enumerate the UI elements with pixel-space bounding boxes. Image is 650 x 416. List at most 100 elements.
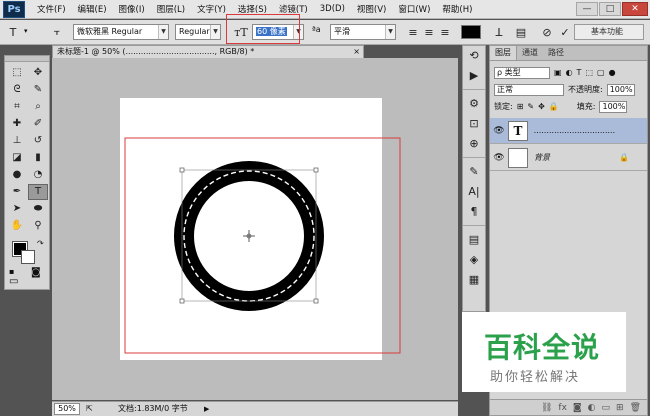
menu-file[interactable]: 文件(F) <box>31 3 72 15</box>
notes-panel-icon[interactable]: ▤ <box>463 230 485 250</box>
layer-style-icon[interactable]: fx <box>558 403 567 413</box>
dodge-tool-icon[interactable]: ◔ <box>28 167 48 183</box>
tab-layers[interactable]: 图层 <box>490 46 517 60</box>
layer-row-text[interactable]: 👁 T ................................ <box>490 118 647 144</box>
antialias-dropdown[interactable]: 平滑 ▼ <box>330 24 396 40</box>
path-select-tool-icon[interactable]: ➤ <box>7 201 27 217</box>
export-icon[interactable]: ⇱ <box>86 402 93 416</box>
tab-channels[interactable]: 通道 <box>517 46 543 60</box>
fill-field[interactable]: 100% <box>599 100 628 113</box>
filter-type-icon[interactable]: T <box>577 68 582 77</box>
layer-name[interactable]: 背景 <box>534 152 550 163</box>
close-icon[interactable]: × <box>353 46 360 58</box>
actions-panel-icon[interactable]: ▶ <box>463 66 485 86</box>
filter-adjust-icon[interactable]: ◐ <box>566 68 573 77</box>
healing-brush-tool-icon[interactable]: ✚ <box>7 116 27 132</box>
lock-all-icon[interactable]: 🔒 <box>549 102 559 111</box>
cancel-edits-icon[interactable]: ⊘ <box>538 23 556 41</box>
menu-view[interactable]: 视图(V) <box>351 3 392 15</box>
menu-edit[interactable]: 编辑(E) <box>72 3 113 15</box>
marquee-tool-icon[interactable]: ⬚ <box>7 65 27 81</box>
paragraph-panel-icon[interactable]: ¶ <box>463 202 485 222</box>
gradient-tool-icon[interactable]: ▮ <box>28 150 48 166</box>
brush-panel-icon[interactable]: ✎ <box>463 162 485 182</box>
character-panel-icon[interactable]: ▤ <box>512 23 530 41</box>
new-layer-icon[interactable]: ⊞ <box>616 403 624 413</box>
text-color-swatch[interactable] <box>461 25 481 39</box>
lock-transparent-icon[interactable]: ⊞ <box>517 102 524 111</box>
document-tab[interactable]: 未标题-1 @ 50% (...........................… <box>52 45 364 58</box>
commit-edits-icon[interactable]: ✓ <box>556 23 574 41</box>
close-button[interactable]: ✕ <box>622 2 648 16</box>
transform-handle[interactable] <box>179 298 185 304</box>
layer-name[interactable]: ................................ <box>534 126 615 135</box>
blend-mode-dropdown[interactable]: 正常 <box>494 83 564 96</box>
background-color-swatch[interactable] <box>21 250 35 264</box>
quick-mask-icon[interactable]: ◙ <box>31 267 41 278</box>
filter-toggle-icon[interactable]: ● <box>609 68 616 77</box>
adjustments-panel-icon[interactable]: ⚙ <box>463 94 485 114</box>
transform-handle[interactable] <box>313 167 319 173</box>
delete-layer-icon[interactable]: 🗑 <box>630 403 641 413</box>
blur-tool-icon[interactable]: ● <box>7 167 27 183</box>
brush-tool-icon[interactable]: ✐ <box>28 116 48 132</box>
filter-shape-icon[interactable]: ⬚ <box>585 68 593 77</box>
lasso-tool-icon[interactable]: ᘓ <box>7 82 27 98</box>
eraser-tool-icon[interactable]: ◪ <box>7 150 27 166</box>
pen-tool-icon[interactable]: ✒ <box>7 184 27 200</box>
ellipse-tool-icon[interactable]: ⬬ <box>28 201 48 217</box>
menu-help[interactable]: 帮助(H) <box>436 3 478 15</box>
eyedropper-tool-icon[interactable]: ⌕ <box>28 99 48 115</box>
adjustment-layer-icon[interactable]: ◐ <box>588 403 596 413</box>
filter-smart-icon[interactable]: ▢ <box>597 68 605 77</box>
info-arrow-icon[interactable]: ▶ <box>204 402 209 416</box>
eye-icon[interactable]: 👁 <box>490 153 508 163</box>
menu-image[interactable]: 图像(I) <box>113 3 151 15</box>
minimize-button[interactable]: — <box>576 2 598 16</box>
history-panel-icon[interactable]: ⟲ <box>463 46 485 66</box>
clone-source-icon[interactable]: ⊕ <box>463 134 485 154</box>
transform-handle[interactable] <box>179 167 185 173</box>
new-group-icon[interactable]: ▭ <box>602 403 611 413</box>
tab-paths[interactable]: 路径 <box>543 46 569 60</box>
character-styles-icon[interactable]: A| <box>463 182 485 202</box>
opacity-field[interactable]: 100% <box>606 83 635 96</box>
font-style-dropdown[interactable]: Regular ▼ <box>175 24 221 40</box>
move-tool-icon[interactable]: ✥ <box>28 65 48 81</box>
hand-tool-icon[interactable]: ✋ <box>7 218 27 234</box>
type-tool-icon[interactable]: T <box>28 184 48 200</box>
font-family-dropdown[interactable]: 微软雅黑 Regular ▼ <box>73 24 169 40</box>
tool-presets-icon[interactable]: ⊡ <box>463 114 485 134</box>
eye-icon[interactable]: 👁 <box>490 126 508 136</box>
canvas-area[interactable] <box>52 58 458 400</box>
link-layers-icon[interactable]: ⛓ <box>541 403 552 413</box>
clone-stamp-tool-icon[interactable]: ⊥ <box>7 133 27 149</box>
default-colors-icon[interactable]: ▪ <box>9 267 14 276</box>
align-right-icon[interactable]: ≡ <box>436 23 454 41</box>
type-tool-preset-icon[interactable]: T <box>4 23 22 41</box>
3d-panel-icon[interactable]: ◈ <box>463 250 485 270</box>
history-brush-tool-icon[interactable]: ↺ <box>28 133 48 149</box>
lock-position-icon[interactable]: ✥ <box>538 102 545 111</box>
menu-3d[interactable]: 3D(D) <box>314 4 351 14</box>
preset-arrow-icon[interactable]: ▾ <box>24 27 28 43</box>
restore-button[interactable]: □ <box>599 2 621 16</box>
quick-select-tool-icon[interactable]: ✎ <box>28 82 48 98</box>
lock-image-icon[interactable]: ✎ <box>527 102 534 111</box>
warp-text-icon[interactable]: ꓕ <box>490 23 508 41</box>
menu-window[interactable]: 窗口(W) <box>392 3 436 15</box>
screen-mode-icon[interactable]: ▭ <box>9 276 18 287</box>
filter-pixel-icon[interactable]: ▣ <box>554 68 562 77</box>
layer-filter-dropdown[interactable]: ρ 类型 <box>494 66 550 79</box>
text-orientation-icon[interactable]: ⫟ <box>48 23 66 41</box>
layer-row-background[interactable]: 👁 背景 🔒 <box>490 145 647 171</box>
swatches-panel-icon[interactable]: ▦ <box>463 270 485 290</box>
transform-handle[interactable] <box>313 298 319 304</box>
crop-tool-icon[interactable]: ⌗ <box>7 99 27 115</box>
workspace-dropdown[interactable]: 基本功能 <box>574 24 644 40</box>
swap-colors-icon[interactable]: ↷ <box>37 239 44 248</box>
menu-layer[interactable]: 图层(L) <box>151 3 191 15</box>
zoom-tool-icon[interactable]: ⚲ <box>28 218 48 234</box>
zoom-field[interactable]: 50% <box>54 403 80 415</box>
add-mask-icon[interactable]: ◙ <box>573 403 582 413</box>
